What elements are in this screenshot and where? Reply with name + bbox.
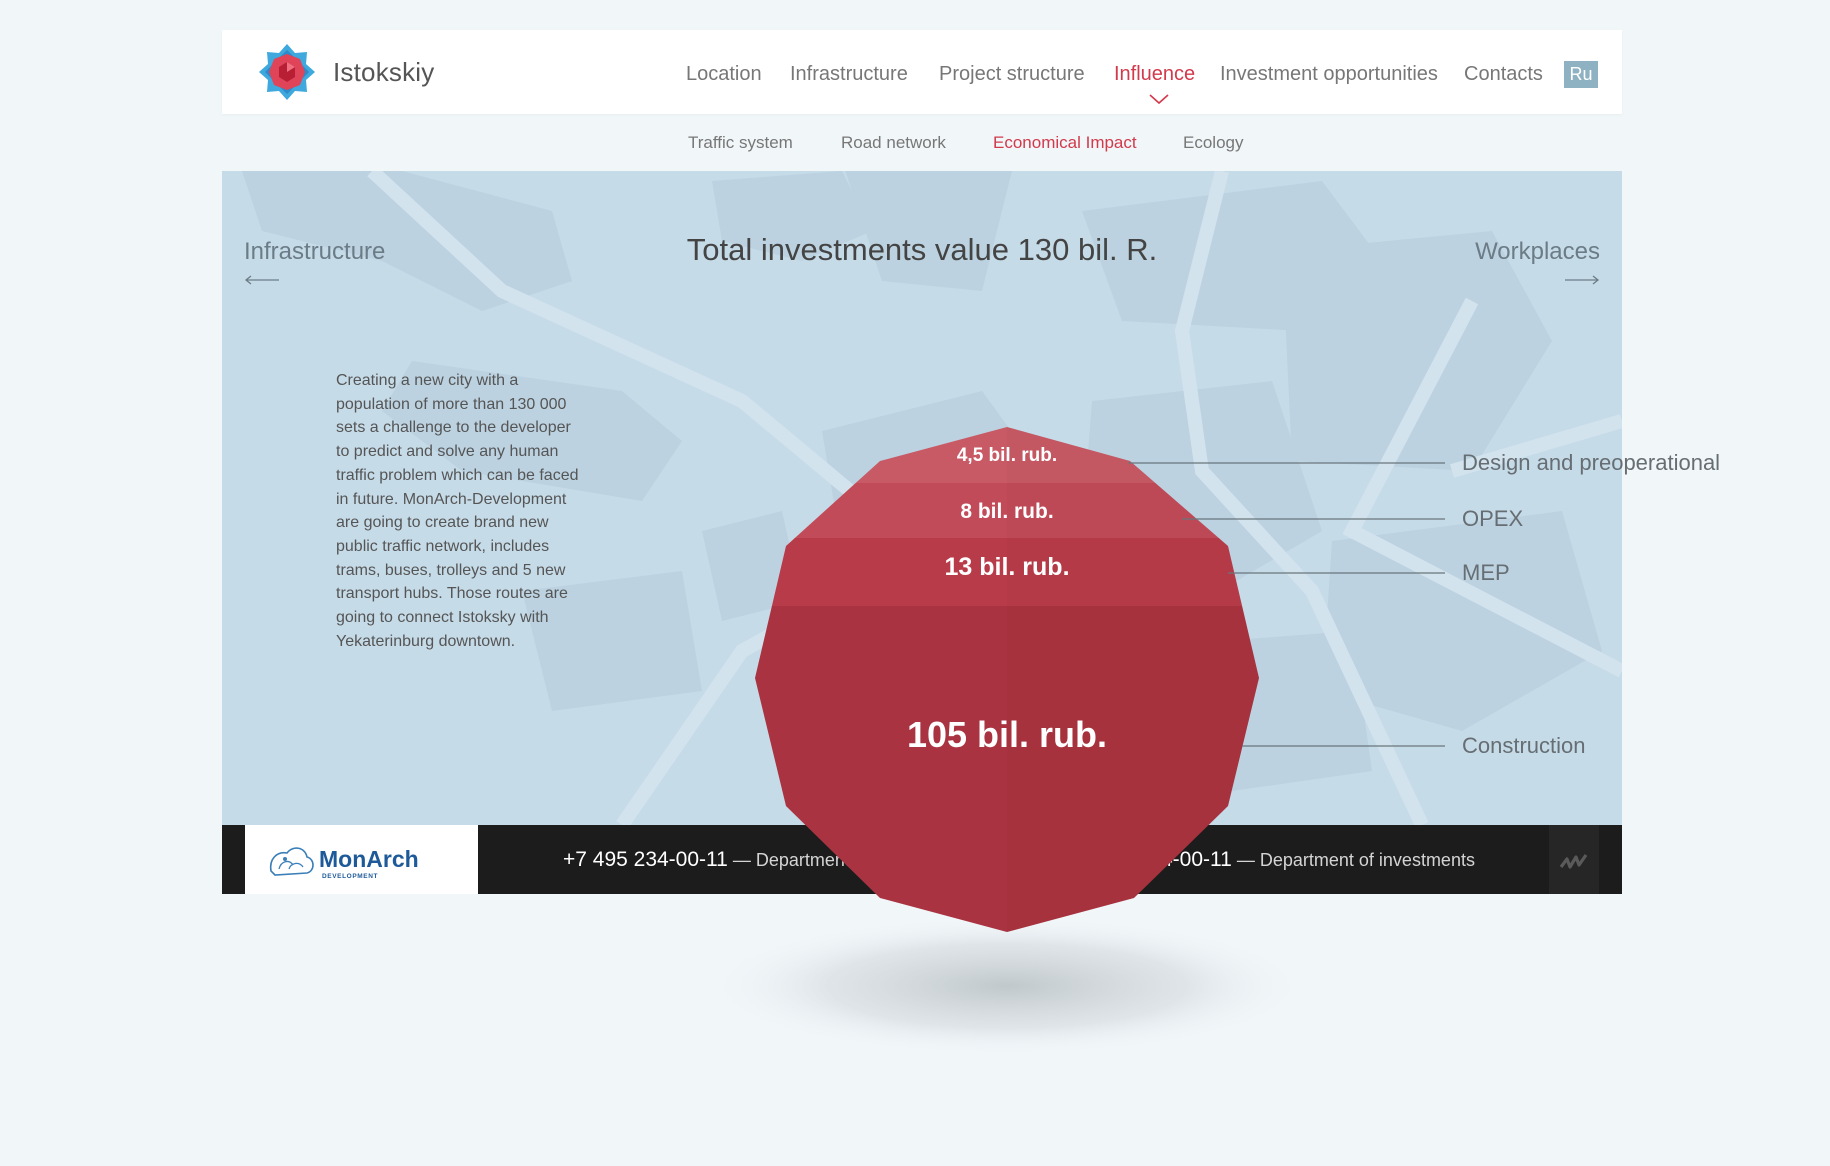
monarch-logo-icon: MonArch DEVELOPMENT — [269, 846, 419, 880]
nav-project-structure[interactable]: Project structure — [939, 63, 1085, 86]
nav-infrastructure[interactable]: Infrastructure — [790, 63, 908, 86]
top-header: Istokskiy Location Infrastructure Projec… — [222, 30, 1622, 114]
chart-title: Total investments value 130 bil. R. — [686, 232, 1158, 267]
nav-location[interactable]: Location — [686, 63, 762, 86]
footer-dept-2: — Department of investments — [1236, 850, 1475, 870]
signature-icon — [1559, 854, 1588, 869]
istokskiy-logo-icon[interactable] — [258, 43, 316, 101]
footer-bar: MonArch DEVELOPMENT +7 495 234-00-11 — D… — [222, 825, 1622, 894]
page: Istokskiy Location Infrastructure Projec… — [0, 0, 1830, 1166]
arrow-left-icon[interactable] — [244, 275, 280, 285]
subnav-road-network[interactable]: Road network — [841, 133, 946, 153]
description-text: Creating a new city with a population of… — [336, 372, 579, 650]
footer-contact-1: +7 495 234-00-11 — Department of investm… — [563, 848, 971, 872]
footer-phone-2[interactable]: +7 495 234-00-11 — [1067, 848, 1232, 871]
signature-button[interactable] — [1549, 825, 1599, 894]
nav-investment-opportunities[interactable]: Investment opportunities — [1220, 63, 1438, 86]
subnav-ecology[interactable]: Ecology — [1183, 133, 1243, 153]
chevron-down-icon — [1149, 94, 1169, 105]
monarch-logo[interactable]: MonArch DEVELOPMENT — [245, 825, 478, 894]
footer-contact-2: +7 495 234-00-11 — Department of investm… — [1067, 848, 1475, 872]
next-section-link[interactable]: Workplaces — [1475, 238, 1600, 266]
subnav-economical-impact[interactable]: Economical Impact — [993, 133, 1137, 153]
arrow-right-icon[interactable] — [1564, 275, 1600, 285]
nav-influence[interactable]: Influence — [1114, 63, 1195, 86]
subnav-traffic-system[interactable]: Traffic system — [688, 133, 793, 153]
chart-shadow — [707, 916, 1307, 1056]
monarch-logo-name: MonArch — [319, 846, 419, 872]
prev-section-link[interactable]: Infrastructure — [244, 238, 385, 266]
nav-contacts[interactable]: Contacts — [1464, 63, 1543, 86]
language-switch-button[interactable]: Ru — [1564, 61, 1598, 88]
content-stage: Total investments value 130 bil. R. Infr… — [222, 171, 1622, 825]
brand-name[interactable]: Istokskiy — [333, 57, 434, 88]
monarch-logo-sub: DEVELOPMENT — [322, 873, 378, 880]
footer-phone-1[interactable]: +7 495 234-00-11 — [563, 848, 728, 871]
footer-dept-1: — Department of investments — [732, 850, 971, 870]
